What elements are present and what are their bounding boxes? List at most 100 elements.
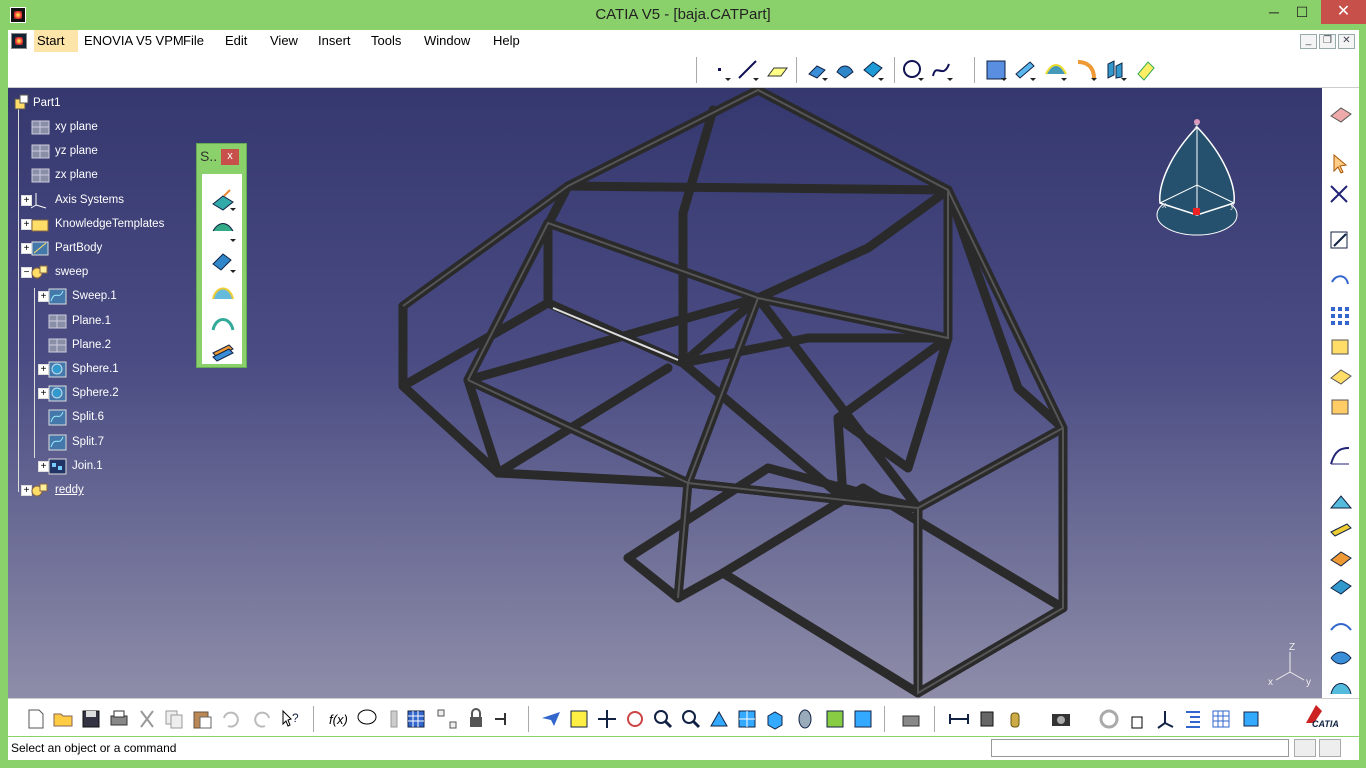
measure-inertia-icon[interactable] xyxy=(1004,708,1026,730)
boundary-icon[interactable] xyxy=(1328,518,1354,542)
select-arrow-icon[interactable] xyxy=(1328,152,1354,176)
open-icon[interactable] xyxy=(52,708,74,730)
minimize-button[interactable]: ─ xyxy=(1259,0,1289,24)
render-icon[interactable] xyxy=(900,708,922,730)
point-icon[interactable] xyxy=(708,58,732,82)
print-icon[interactable] xyxy=(108,708,130,730)
catia-logo-icon[interactable] xyxy=(11,33,27,49)
extrude-icon[interactable] xyxy=(805,58,829,82)
measure-between-icon[interactable] xyxy=(948,708,970,730)
ordered-set-icon[interactable] xyxy=(1328,394,1354,418)
plane-icon[interactable] xyxy=(765,58,789,82)
mdi-close-button[interactable]: ✕ xyxy=(1338,34,1355,49)
spline-icon[interactable] xyxy=(930,58,954,82)
update-icon[interactable] xyxy=(492,708,514,730)
revolve-surface-icon[interactable] xyxy=(210,219,236,243)
menu-start[interactable]: Start xyxy=(34,30,78,52)
tree-icon[interactable] xyxy=(1182,708,1204,730)
axis-system-icon[interactable] xyxy=(1154,708,1176,730)
compass-widget[interactable]: z x y xyxy=(1150,115,1245,240)
iso-view-icon[interactable] xyxy=(764,708,786,730)
offset-surface-icon[interactable] xyxy=(210,250,236,274)
pan-icon[interactable] xyxy=(596,708,618,730)
mdi-restore-button[interactable]: ❐ xyxy=(1319,34,1336,49)
formula-icon[interactable]: f(x) xyxy=(328,708,350,730)
sketcher-transform-icon[interactable] xyxy=(1328,182,1354,206)
hide-show-icon[interactable] xyxy=(824,708,846,730)
sweep-surface-icon[interactable] xyxy=(1044,58,1068,82)
shape-fillet-icon[interactable] xyxy=(1328,674,1354,696)
analysis-icon[interactable] xyxy=(1328,490,1354,514)
menu-tools[interactable]: Tools xyxy=(371,33,401,48)
extract-icon[interactable] xyxy=(1328,546,1354,570)
pattern-icon[interactable] xyxy=(1328,304,1354,328)
spin-icon[interactable] xyxy=(1098,708,1120,730)
line-icon[interactable] xyxy=(736,58,760,82)
close-button[interactable]: ✕ xyxy=(1321,0,1366,24)
rotate-icon[interactable] xyxy=(624,708,646,730)
menu-help[interactable]: Help xyxy=(493,33,520,48)
status-button-2[interactable] xyxy=(1319,739,1341,757)
shading-icon[interactable] xyxy=(794,708,816,730)
geometrical-set-icon[interactable] xyxy=(1328,364,1354,388)
body-icon[interactable] xyxy=(1328,334,1354,358)
normal-view-icon[interactable] xyxy=(708,708,730,730)
fly-mode-icon[interactable] xyxy=(540,708,562,730)
zoom-in-icon[interactable] xyxy=(652,708,674,730)
lock-icon[interactable] xyxy=(465,708,487,730)
multi-section-surface-icon[interactable] xyxy=(210,339,236,363)
menu-edit[interactable]: Edit xyxy=(225,33,247,48)
surfaces-toolbar-title[interactable]: S.. xyxy=(200,148,217,164)
menu-window[interactable]: Window xyxy=(424,33,470,48)
save-icon[interactable] xyxy=(80,708,102,730)
multi-view-icon[interactable] xyxy=(736,708,758,730)
knowledge-icon[interactable] xyxy=(383,708,405,730)
undo-icon[interactable] xyxy=(220,708,242,730)
redo-icon[interactable] xyxy=(251,708,273,730)
menu-insert[interactable]: Insert xyxy=(318,33,351,48)
status-button-1[interactable] xyxy=(1294,739,1316,757)
fill-icon[interactable] xyxy=(861,58,885,82)
instantiate-icon[interactable] xyxy=(436,708,458,730)
design-table-icon[interactable] xyxy=(405,708,427,730)
capture-icon[interactable] xyxy=(1050,708,1072,730)
copy-icon[interactable] xyxy=(163,708,185,730)
hand-icon[interactable] xyxy=(1126,708,1148,730)
whats-this-icon[interactable]: ? xyxy=(280,708,302,730)
comment-icon[interactable] xyxy=(356,708,378,730)
surfaces-toolbar-close-button[interactable]: x xyxy=(221,149,239,165)
law-icon[interactable] xyxy=(1328,444,1354,468)
work-on-support-icon[interactable] xyxy=(1240,708,1262,730)
repetition-icon[interactable] xyxy=(1328,272,1354,296)
connect-curve-icon[interactable] xyxy=(1328,646,1354,670)
paste-icon[interactable] xyxy=(191,708,213,730)
extrude-surface-icon[interactable] xyxy=(210,188,236,212)
extrapolate-icon[interactable] xyxy=(1134,58,1158,82)
measure-item-icon[interactable] xyxy=(976,708,998,730)
mdi-minimize-button[interactable]: _ xyxy=(1300,34,1317,49)
maximize-button[interactable]: ☐ xyxy=(1287,0,1317,24)
split-icon[interactable] xyxy=(1013,58,1037,82)
datum-icon[interactable] xyxy=(1328,618,1354,642)
body-icon xyxy=(31,241,49,256)
power-input-field[interactable] xyxy=(991,739,1289,757)
sweep-icon[interactable] xyxy=(210,281,236,305)
fit-all-in-icon[interactable] xyxy=(568,708,590,730)
menu-view[interactable]: View xyxy=(270,33,298,48)
sketch-icon[interactable] xyxy=(1328,228,1354,252)
offset-icon[interactable] xyxy=(833,58,857,82)
join-icon[interactable] xyxy=(984,58,1008,82)
menu-enovia[interactable]: ENOVIA V5 VPM xyxy=(84,33,184,48)
new-file-icon[interactable] xyxy=(25,708,47,730)
healing-icon[interactable] xyxy=(1328,574,1354,598)
circle-icon[interactable] xyxy=(901,58,925,82)
menu-file[interactable]: File xyxy=(183,33,204,48)
catalog-browser-icon[interactable] xyxy=(1328,102,1354,126)
translate-icon[interactable] xyxy=(1104,58,1128,82)
cut-icon[interactable] xyxy=(136,708,158,730)
grid-icon[interactable] xyxy=(1210,708,1232,730)
swap-visible-space-icon[interactable] xyxy=(852,708,874,730)
fill-surface-icon[interactable] xyxy=(210,312,236,336)
zoom-out-icon[interactable] xyxy=(680,708,702,730)
fillet-icon[interactable] xyxy=(1074,58,1098,82)
